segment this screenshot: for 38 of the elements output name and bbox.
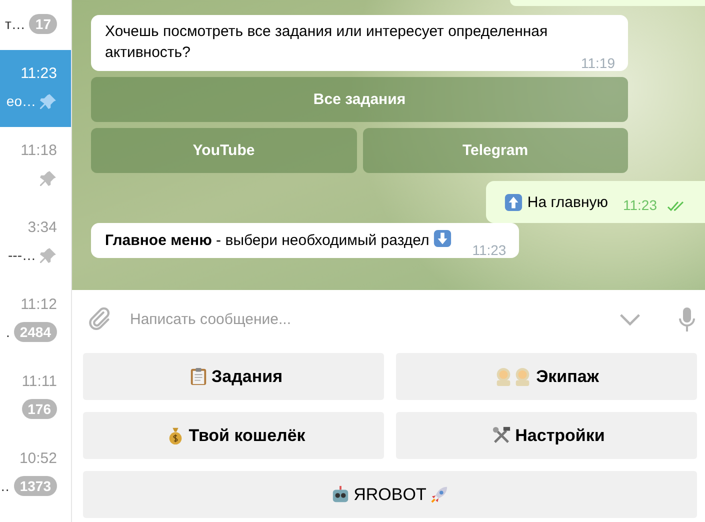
- rocket-icon: [430, 485, 450, 504]
- unread-count: 1373: [14, 476, 57, 496]
- message-time: 11:19: [581, 54, 615, 73]
- chat-time: 3:34: [28, 219, 57, 236]
- keyboard-button[interactable]: Настройки: [396, 412, 697, 459]
- chat-preview: ео…: [6, 93, 36, 109]
- message-text: Хочешь посмотреть все задания или интересует определенная активность?: [105, 23, 548, 61]
- message-text: На главную: [527, 193, 608, 213]
- message-time: 11:23: [472, 241, 506, 260]
- message-time: 11:23: [623, 196, 657, 215]
- chat-time: 11:11: [22, 373, 57, 390]
- keyboard-button[interactable]: Твой кошелёк: [83, 412, 384, 459]
- attach-icon[interactable]: [86, 306, 112, 332]
- chat-time: 11:23: [20, 65, 57, 82]
- chat-preview: .: [6, 324, 10, 340]
- keyboard-button[interactable]: Экипаж: [396, 353, 697, 400]
- unread-count: 2484: [14, 322, 57, 342]
- chat-list-item[interactable]: 3:34 ---…: [0, 204, 71, 281]
- unread-count: 176: [22, 399, 57, 419]
- chat-preview: т…: [5, 16, 26, 32]
- tools-icon: [492, 426, 512, 445]
- chat-list-item[interactable]: т… 17: [0, 0, 71, 50]
- chat-preview: ---…: [8, 247, 36, 263]
- unread-count: 17: [29, 14, 57, 34]
- message-text: Главное меню - выбери необходимый раздел: [105, 232, 430, 249]
- chat-time: 11:18: [20, 142, 57, 159]
- chat-preview: …: [0, 478, 10, 494]
- chat-time: 11:12: [20, 296, 57, 313]
- clipboard-icon: [188, 367, 208, 386]
- chat-list-item[interactable]: 10:52 … 1373: [0, 435, 71, 512]
- microphone-icon[interactable]: [679, 306, 695, 332]
- chat-list-item[interactable]: 11:12 . 2484: [0, 281, 71, 358]
- chat-time: 10:52: [19, 450, 57, 467]
- keyboard-button[interactable]: Задания: [83, 353, 384, 400]
- chevron-down-icon[interactable]: [619, 312, 641, 326]
- keyboard-button[interactable]: ЯROBOT: [83, 471, 697, 518]
- message-input[interactable]: Написать сообщение...: [128, 310, 603, 328]
- robot-icon: [330, 485, 350, 504]
